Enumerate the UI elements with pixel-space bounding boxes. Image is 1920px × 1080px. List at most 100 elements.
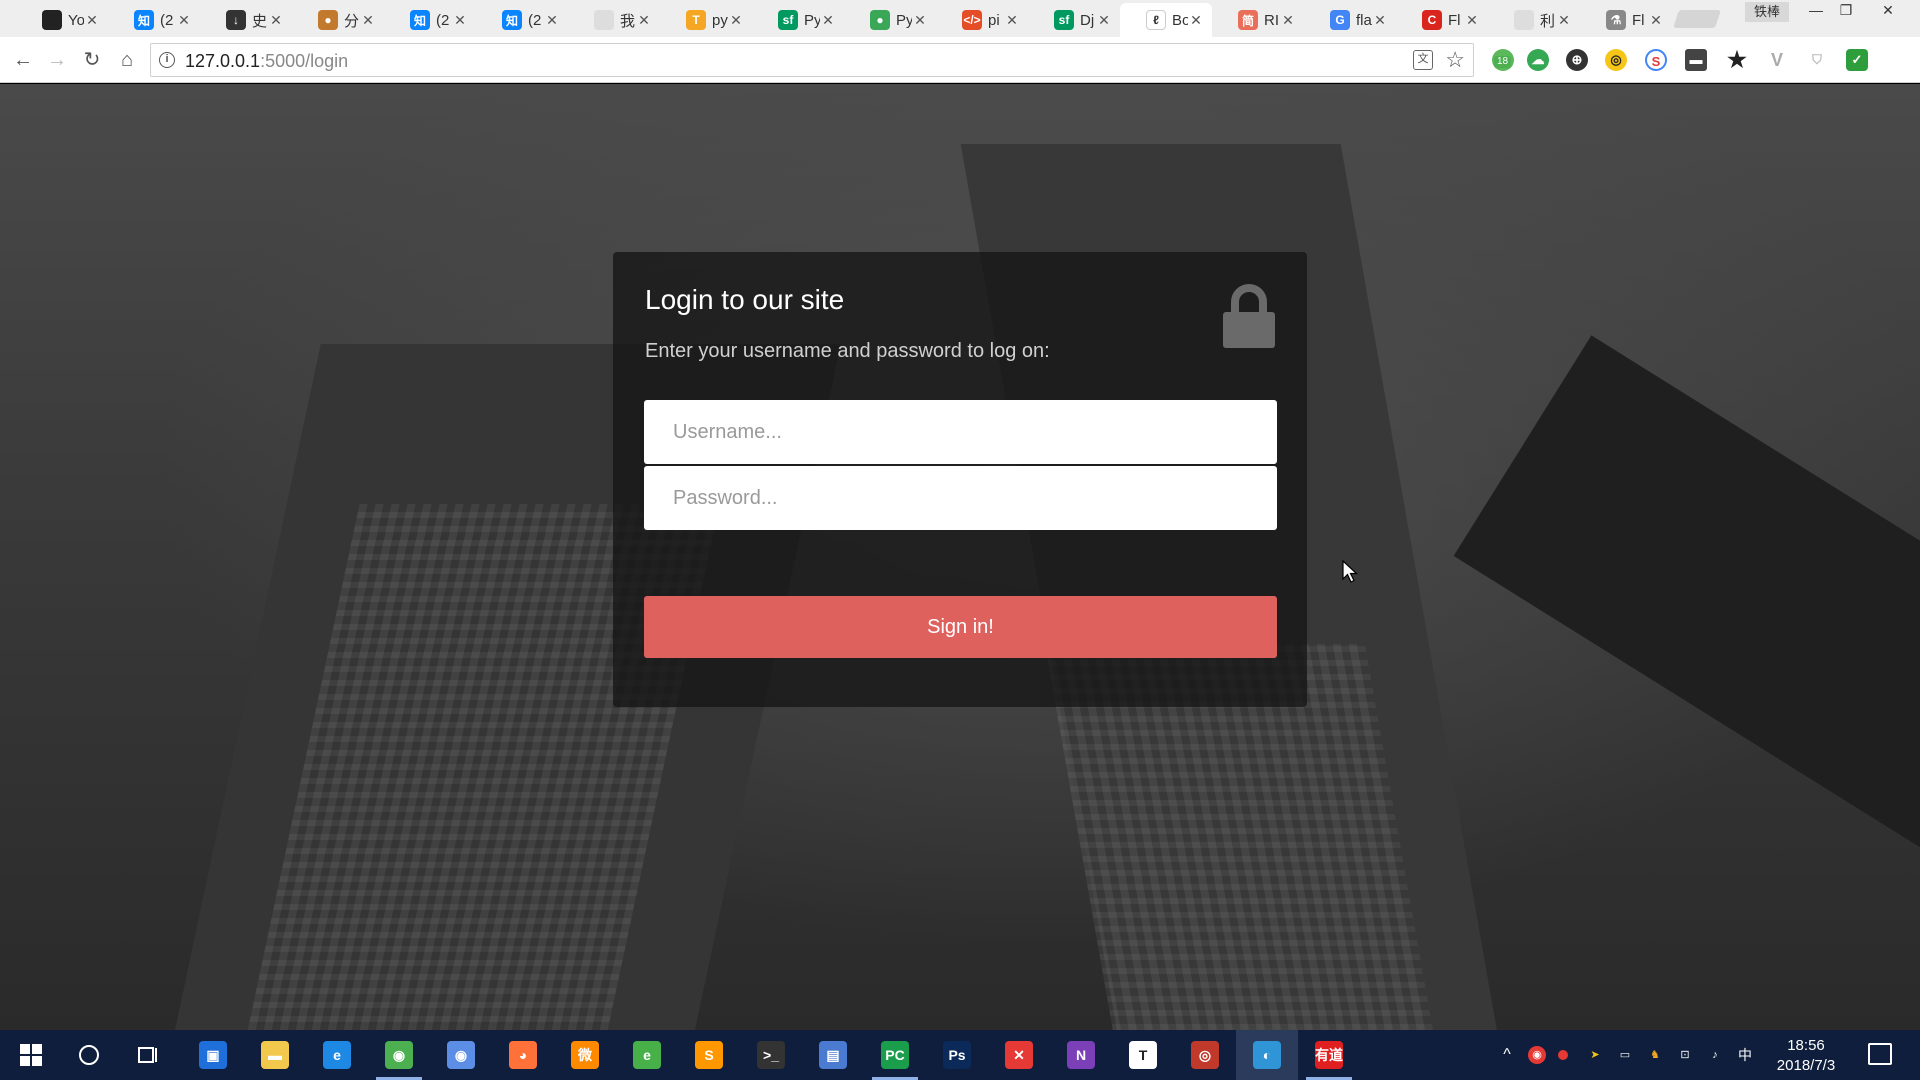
tab-close-icon[interactable]: ✕	[1280, 12, 1296, 29]
extension-cloud-icon[interactable]: ☁	[1527, 49, 1549, 71]
task-view-button[interactable]	[118, 1030, 180, 1080]
extension-v-icon[interactable]: V	[1766, 49, 1788, 71]
address-bar[interactable]: i 127.0.0.1:5000/login 文 ☆	[150, 43, 1474, 77]
home-button[interactable]: ⌂	[112, 45, 142, 75]
browser-tab[interactable]: Gfla ✕	[1304, 3, 1396, 37]
tab-close-icon[interactable]: ✕	[820, 12, 836, 29]
tab-close-icon[interactable]: ✕	[728, 12, 744, 29]
browser-tab[interactable]: C Fl ✕	[1396, 3, 1488, 37]
url-text[interactable]: 127.0.0.1:5000/login	[185, 51, 348, 72]
taskbar-app[interactable]: ▣	[182, 1030, 244, 1080]
taskbar-app[interactable]: ◎	[1174, 1030, 1236, 1080]
tab-close-icon[interactable]: ✕	[1188, 12, 1204, 29]
browser-tab[interactable]: ● Py ✕	[844, 3, 936, 37]
tab-close-icon[interactable]: ✕	[84, 12, 100, 29]
translate-icon[interactable]: 文	[1413, 50, 1433, 70]
browser-tab[interactable]: 知 (2 ✕	[108, 3, 200, 37]
extension-s-icon[interactable]: S	[1645, 49, 1667, 71]
browser-tab[interactable]: Yo ✕	[16, 3, 108, 37]
taskbar-app[interactable]: ✕	[988, 1030, 1050, 1080]
browser-tab[interactable]: 知 (2 ✕	[476, 3, 568, 37]
tab-close-icon[interactable]: ✕	[1648, 12, 1664, 29]
tab-close-icon[interactable]: ✕	[1372, 12, 1388, 29]
taskbar-app[interactable]: PC	[864, 1030, 926, 1080]
tray-network-icon[interactable]: ⊡	[1676, 1046, 1694, 1064]
tab-close-icon[interactable]: ✕	[636, 12, 652, 29]
reload-button[interactable]: ↻	[77, 45, 107, 75]
browser-tab[interactable]: ● 分 ✕	[292, 3, 384, 37]
browser-tab[interactable]: ⚗ Fl ✕	[1580, 3, 1672, 37]
browser-tab[interactable]: Tpy ✕	[660, 3, 752, 37]
restore-icon[interactable]: ❐	[1830, 0, 1862, 22]
username-input[interactable]	[644, 400, 1277, 464]
new-tab-button[interactable]	[1673, 10, 1721, 28]
taskbar-clock[interactable]: 18:56 2018/7/3	[1762, 1036, 1850, 1076]
taskbar-app[interactable]: S	[678, 1030, 740, 1080]
extension-globe-icon[interactable]: ⊕	[1566, 49, 1588, 71]
cortana-button[interactable]	[58, 1030, 120, 1080]
tab-close-icon[interactable]: ✕	[268, 12, 284, 29]
taskbar-app[interactable]: ◕	[492, 1030, 554, 1080]
site-info-icon[interactable]: i	[159, 52, 175, 68]
login-subtitle: Enter your username and password to log …	[645, 340, 1050, 362]
minimize-icon[interactable]: —	[1800, 0, 1832, 22]
tray-overflow-icon[interactable]: ^	[1498, 1046, 1516, 1064]
browser-tab[interactable]: 我 ✕	[568, 3, 660, 37]
taskbar-app[interactable]: N	[1050, 1030, 1112, 1080]
taskbar-app[interactable]: ◉	[368, 1030, 430, 1080]
tab-close-icon[interactable]: ✕	[912, 12, 928, 29]
tab-close-icon[interactable]: ✕	[544, 12, 560, 29]
sign-in-button[interactable]: Sign in!	[644, 596, 1277, 658]
tab-close-icon[interactable]: ✕	[1556, 12, 1572, 29]
extension-shield-gray-icon[interactable]: ⛉	[1806, 49, 1828, 71]
action-center-icon[interactable]	[1868, 1043, 1892, 1065]
browser-tab[interactable]: ↓ 史 ✕	[200, 3, 292, 37]
tray-record-icon[interactable]	[1558, 1050, 1568, 1060]
taskbar-app[interactable]: ▤	[802, 1030, 864, 1080]
taskbar-app[interactable]: ▬	[244, 1030, 306, 1080]
taskbar-app[interactable]: e	[306, 1030, 368, 1080]
forward-button[interactable]: →	[42, 45, 72, 75]
window-user-badge[interactable]: 铁棒	[1745, 2, 1789, 22]
taskbar-app[interactable]: 有道	[1298, 1030, 1360, 1080]
extension-card-icon[interactable]: ▬	[1685, 49, 1707, 71]
tab-close-icon[interactable]: ✕	[452, 12, 468, 29]
taskbar-app[interactable]: e	[616, 1030, 678, 1080]
tray-chrome-icon[interactable]: ◉	[1528, 1046, 1546, 1064]
taskbar-app[interactable]: ◉	[430, 1030, 492, 1080]
tab-title: (2	[160, 11, 174, 29]
tray-arrow-icon[interactable]: ➤	[1586, 1046, 1604, 1064]
extension-shield-green-icon[interactable]: ✓	[1846, 49, 1868, 71]
browser-tab[interactable]: sf Dj ✕	[1028, 3, 1120, 37]
close-window-icon[interactable]: ✕	[1872, 0, 1904, 22]
download-site-icon: ↓	[226, 10, 246, 30]
task-view-icon	[138, 1047, 157, 1063]
extension-star-icon[interactable]: ★	[1726, 49, 1748, 71]
tab-close-icon[interactable]: ✕	[360, 12, 376, 29]
browser-tab[interactable]: </> pi ✕	[936, 3, 1028, 37]
tab-close-icon[interactable]: ✕	[1464, 12, 1480, 29]
tray-battery-icon[interactable]: ▭	[1616, 1046, 1634, 1064]
taskbar-app[interactable]: T	[1112, 1030, 1174, 1080]
tab-close-icon[interactable]: ✕	[1096, 12, 1112, 29]
tray-ime-indicator[interactable]: 中	[1736, 1046, 1754, 1064]
start-button[interactable]	[0, 1030, 62, 1080]
tab-close-icon[interactable]: ✕	[176, 12, 192, 29]
tray-volume-icon[interactable]: ♪	[1706, 1046, 1724, 1064]
taskbar-app[interactable]: ◐	[1236, 1030, 1298, 1080]
tab-close-icon[interactable]: ✕	[1004, 12, 1020, 29]
browser-tab[interactable]: 知 (2 ✕	[384, 3, 476, 37]
browser-tab[interactable]: sf Py ✕	[752, 3, 844, 37]
back-button[interactable]: ←	[8, 45, 38, 75]
taskbar-app[interactable]: 微	[554, 1030, 616, 1080]
pycharm-icon: PC	[881, 1041, 909, 1069]
password-input[interactable]	[644, 466, 1277, 530]
bookmark-star-icon[interactable]: ☆	[1445, 47, 1465, 73]
browser-tab[interactable]: 利 ✕	[1488, 3, 1580, 37]
taskbar-app[interactable]: Ps	[926, 1030, 988, 1080]
browser-tab[interactable]: ℓ Bo ✕	[1120, 3, 1212, 37]
browser-tab[interactable]: 简 RI ✕	[1212, 3, 1304, 37]
extension-coin-icon[interactable]: ◎	[1605, 49, 1627, 71]
taskbar-app[interactable]: >_	[740, 1030, 802, 1080]
tray-qq-icon[interactable]: ♞	[1646, 1046, 1664, 1064]
